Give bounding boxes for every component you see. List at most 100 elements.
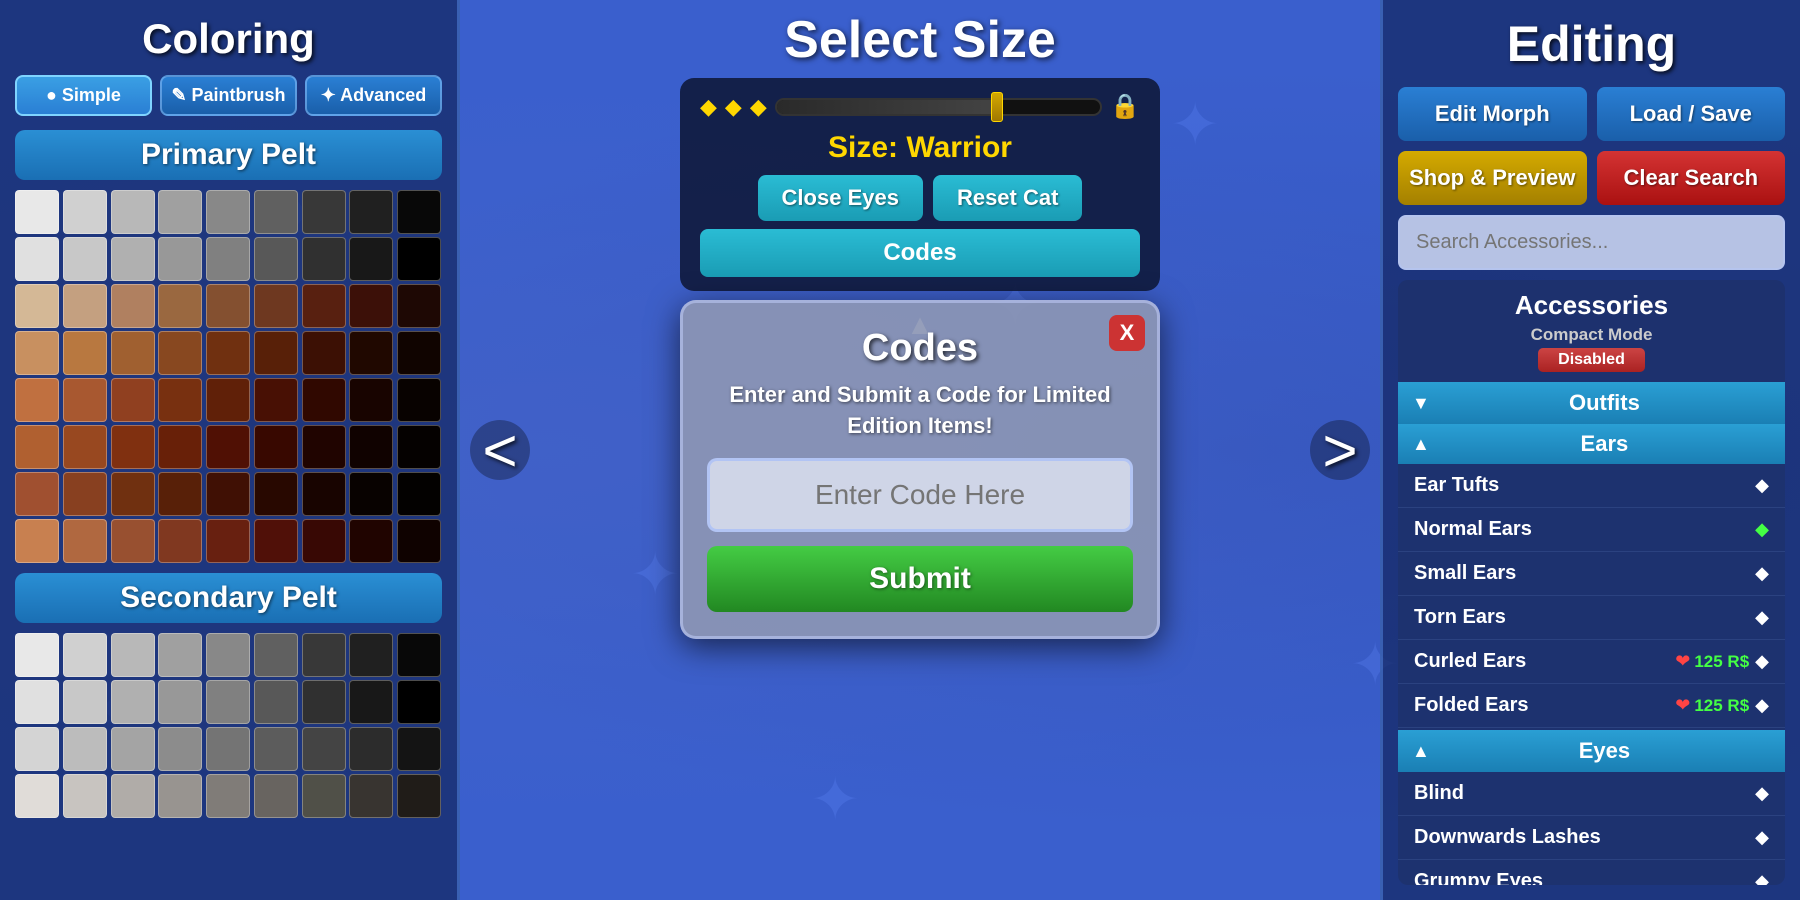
color-swatch[interactable] [206,378,250,422]
color-swatch[interactable] [349,425,393,469]
color-swatch[interactable] [254,633,298,677]
color-swatch[interactable] [397,774,441,818]
list-item[interactable]: Blind ◆ [1398,772,1785,816]
color-swatch[interactable] [302,378,346,422]
color-swatch[interactable] [206,237,250,281]
color-swatch[interactable] [63,633,107,677]
color-swatch[interactable] [349,727,393,771]
color-swatch[interactable] [397,237,441,281]
compact-mode-status[interactable]: Disabled [1538,348,1645,372]
color-swatch[interactable] [349,472,393,516]
color-swatch[interactable] [397,633,441,677]
color-swatch[interactable] [254,378,298,422]
color-swatch[interactable] [206,425,250,469]
color-swatch[interactable] [397,378,441,422]
color-swatch[interactable] [349,774,393,818]
color-swatch[interactable] [397,190,441,234]
list-item[interactable]: Grumpy Eyes ◆ [1398,860,1785,885]
modal-close-btn[interactable]: X [1109,315,1145,351]
color-swatch[interactable] [111,237,155,281]
color-swatch[interactable] [111,190,155,234]
nav-left-arrow[interactable]: < [470,420,530,480]
color-swatch[interactable] [111,331,155,375]
color-swatch[interactable] [111,633,155,677]
color-swatch[interactable] [397,284,441,328]
shop-preview-btn[interactable]: Shop & Preview [1398,151,1587,205]
submit-btn[interactable]: Submit [707,546,1133,612]
size-slider[interactable] [775,98,1102,116]
color-swatch[interactable] [349,680,393,724]
color-swatch[interactable] [302,331,346,375]
color-swatch[interactable] [302,472,346,516]
color-swatch[interactable] [254,284,298,328]
color-swatch[interactable] [111,774,155,818]
color-swatch[interactable] [349,331,393,375]
color-swatch[interactable] [397,727,441,771]
color-swatch[interactable] [206,680,250,724]
load-save-btn[interactable]: Load / Save [1597,87,1786,141]
list-item[interactable]: Small Ears ◆ [1398,552,1785,596]
eyes-category-header[interactable]: ▲ Eyes [1398,730,1785,772]
color-swatch[interactable] [63,472,107,516]
color-swatch[interactable] [254,331,298,375]
color-swatch[interactable] [158,774,202,818]
list-item[interactable]: Ear Tufts ◆ [1398,464,1785,508]
color-swatch[interactable] [63,680,107,724]
close-eyes-btn[interactable]: Close Eyes [758,175,923,221]
color-swatch[interactable] [302,284,346,328]
color-swatch[interactable] [349,190,393,234]
color-swatch[interactable] [63,331,107,375]
edit-morph-btn[interactable]: Edit Morph [1398,87,1587,141]
color-swatch[interactable] [397,425,441,469]
color-swatch[interactable] [206,284,250,328]
color-swatch[interactable] [302,237,346,281]
color-swatch[interactable] [206,774,250,818]
clear-search-btn[interactable]: Clear Search [1597,151,1786,205]
color-swatch[interactable] [111,425,155,469]
color-swatch[interactable] [349,237,393,281]
color-swatch[interactable] [206,519,250,563]
color-swatch[interactable] [111,378,155,422]
color-swatch[interactable] [206,190,250,234]
list-item[interactable]: Folded Ears ❤ 125 R$ ◆ [1398,684,1785,728]
color-swatch[interactable] [302,727,346,771]
color-swatch[interactable] [397,519,441,563]
color-swatch[interactable] [349,378,393,422]
color-swatch[interactable] [158,378,202,422]
color-swatch[interactable] [254,425,298,469]
color-swatch[interactable] [302,425,346,469]
color-swatch[interactable] [63,378,107,422]
color-swatch[interactable] [206,633,250,677]
color-swatch[interactable] [15,190,59,234]
color-swatch[interactable] [158,680,202,724]
color-swatch[interactable] [158,472,202,516]
list-item[interactable]: Torn Ears ◆ [1398,596,1785,640]
color-swatch[interactable] [15,284,59,328]
color-swatch[interactable] [111,727,155,771]
color-swatch[interactable] [254,680,298,724]
color-swatch[interactable] [63,519,107,563]
color-swatch[interactable] [397,331,441,375]
color-swatch[interactable] [158,633,202,677]
color-swatch[interactable] [158,519,202,563]
color-swatch[interactable] [158,284,202,328]
color-swatch[interactable] [63,425,107,469]
reset-cat-btn[interactable]: Reset Cat [933,175,1082,221]
ears-sub-category-header[interactable]: ▲ Ears [1398,424,1785,464]
color-swatch[interactable] [63,284,107,328]
color-swatch[interactable] [206,727,250,771]
color-swatch[interactable] [15,425,59,469]
color-swatch[interactable] [158,190,202,234]
color-swatch[interactable] [302,519,346,563]
color-swatch[interactable] [158,237,202,281]
color-swatch[interactable] [158,727,202,771]
color-swatch[interactable] [349,633,393,677]
color-swatch[interactable] [254,727,298,771]
color-swatch[interactable] [15,378,59,422]
color-swatch[interactable] [111,680,155,724]
color-swatch[interactable] [111,519,155,563]
color-swatch[interactable] [254,774,298,818]
color-swatch[interactable] [302,190,346,234]
color-swatch[interactable] [349,519,393,563]
color-swatch[interactable] [206,472,250,516]
